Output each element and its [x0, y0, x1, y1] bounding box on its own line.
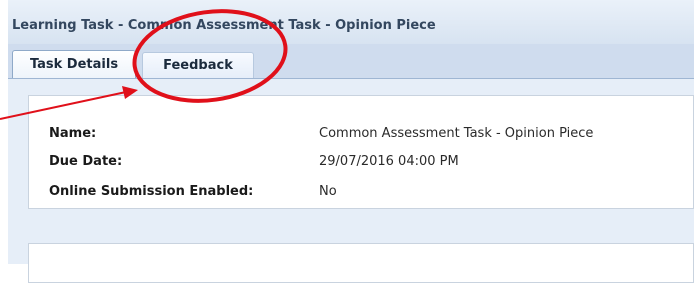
tab-feedback[interactable]: Feedback: [142, 52, 254, 78]
learning-task-window: Learning Task - Common Assessment Task -…: [8, 0, 694, 283]
window-title: Learning Task - Common Assessment Task -…: [12, 18, 436, 33]
name-label: Name:: [49, 126, 97, 141]
task-details-box: Name: Common Assessment Task - Opinion P…: [28, 95, 694, 209]
online-submission-row: Online Submission Enabled: No: [29, 184, 694, 202]
name-row: Name: Common Assessment Task - Opinion P…: [29, 126, 694, 144]
due-date-value: 29/07/2016 04:00 PM: [319, 154, 459, 169]
online-submission-label: Online Submission Enabled:: [49, 184, 254, 199]
name-value: Common Assessment Task - Opinion Piece: [319, 126, 594, 141]
tab-strip: Task Details Feedback: [8, 44, 694, 79]
title-bar: Learning Task - Common Assessment Task -…: [8, 0, 694, 45]
due-date-row: Due Date: 29/07/2016 04:00 PM: [29, 154, 694, 172]
tab-task-details[interactable]: Task Details: [12, 50, 136, 78]
tab-content-panel: Name: Common Assessment Task - Opinion P…: [8, 79, 694, 283]
online-submission-value: No: [319, 184, 337, 199]
secondary-box: [28, 243, 694, 283]
due-date-label: Due Date:: [49, 154, 123, 169]
